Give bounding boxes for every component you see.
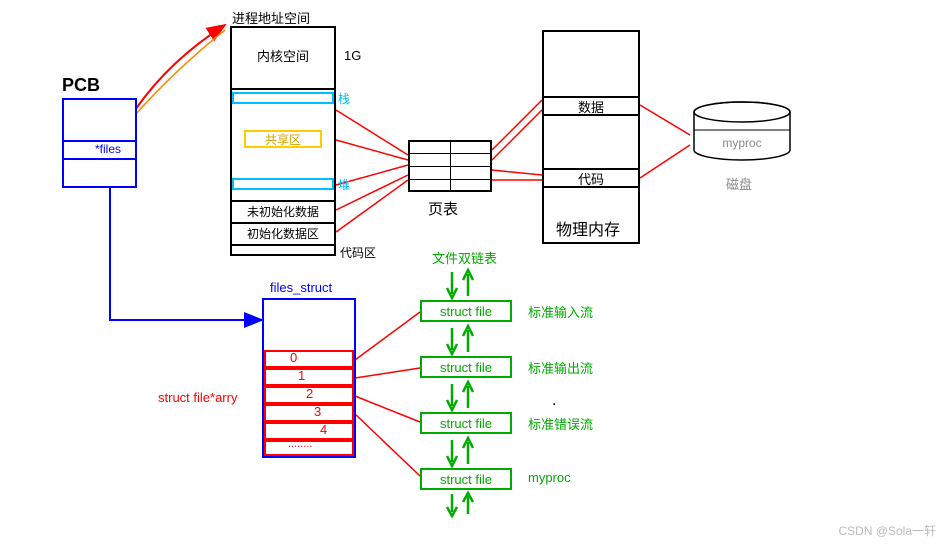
pcb-files-label: *files [95,142,121,156]
data-region: 初始化数据区 [232,224,334,242]
disk-label: 磁盘 [726,174,752,193]
arr-idx-1: 1 [298,368,305,383]
physmem-code: 代码 [542,168,640,188]
list-arrows-icon [440,434,480,470]
arr-idx-4: 4 [320,422,327,437]
stack-region [232,92,334,104]
arr-idx-0: 0 [290,350,297,365]
list-arrows-icon [440,322,480,358]
file-desc-1: 标准输出流 [528,358,593,377]
heap-label: 堆 [338,176,350,193]
arr-row-3 [264,404,354,422]
file-desc-0: 标准输入流 [528,302,593,321]
file-desc-2: 标准错误流 [528,414,593,433]
watermark: CSDN @Sola一轩 [838,522,936,539]
file-node-2: struct file [420,412,512,434]
addrspace-title: 进程地址空间 [232,8,310,27]
dot-mark: . [552,392,556,410]
list-arrows-icon [440,378,480,414]
arr-label: struct file*arry [158,390,237,405]
arr-row-0 [264,350,354,368]
physmem-label: 物理内存 [556,216,620,240]
file-desc-3: myproc [528,470,571,485]
files-struct-title: files_struct [270,280,332,295]
physmem-box [542,30,640,244]
file-node-1: struct file [420,356,512,378]
heap-region [232,178,334,190]
arr-idx-3: 3 [314,404,321,419]
kernel-region: 内核空间 [232,40,334,70]
disk-file: myproc [692,136,792,150]
file-node-3: struct file [420,468,512,490]
pagetable-label: 页表 [428,198,458,219]
shared-region: 共享区 [244,130,322,148]
stack-label: 栈 [338,90,350,107]
disk-cylinder [692,100,792,160]
file-node-0: struct file [420,300,512,322]
physmem-data: 数据 [542,96,640,116]
list-arrows-icon [440,266,480,302]
arr-row-1 [264,368,354,386]
kernel-size: 1G [344,48,361,63]
code-label: 代码区 [340,244,376,261]
bss-region: 未初始化数据 [232,202,334,220]
pcb-title: PCB [62,75,100,96]
list-arrows-icon [440,490,480,520]
arr-idx-2: 2 [306,386,313,401]
arr-idx-more: ........ [288,438,312,450]
filelist-header: 文件双链表 [432,248,497,267]
